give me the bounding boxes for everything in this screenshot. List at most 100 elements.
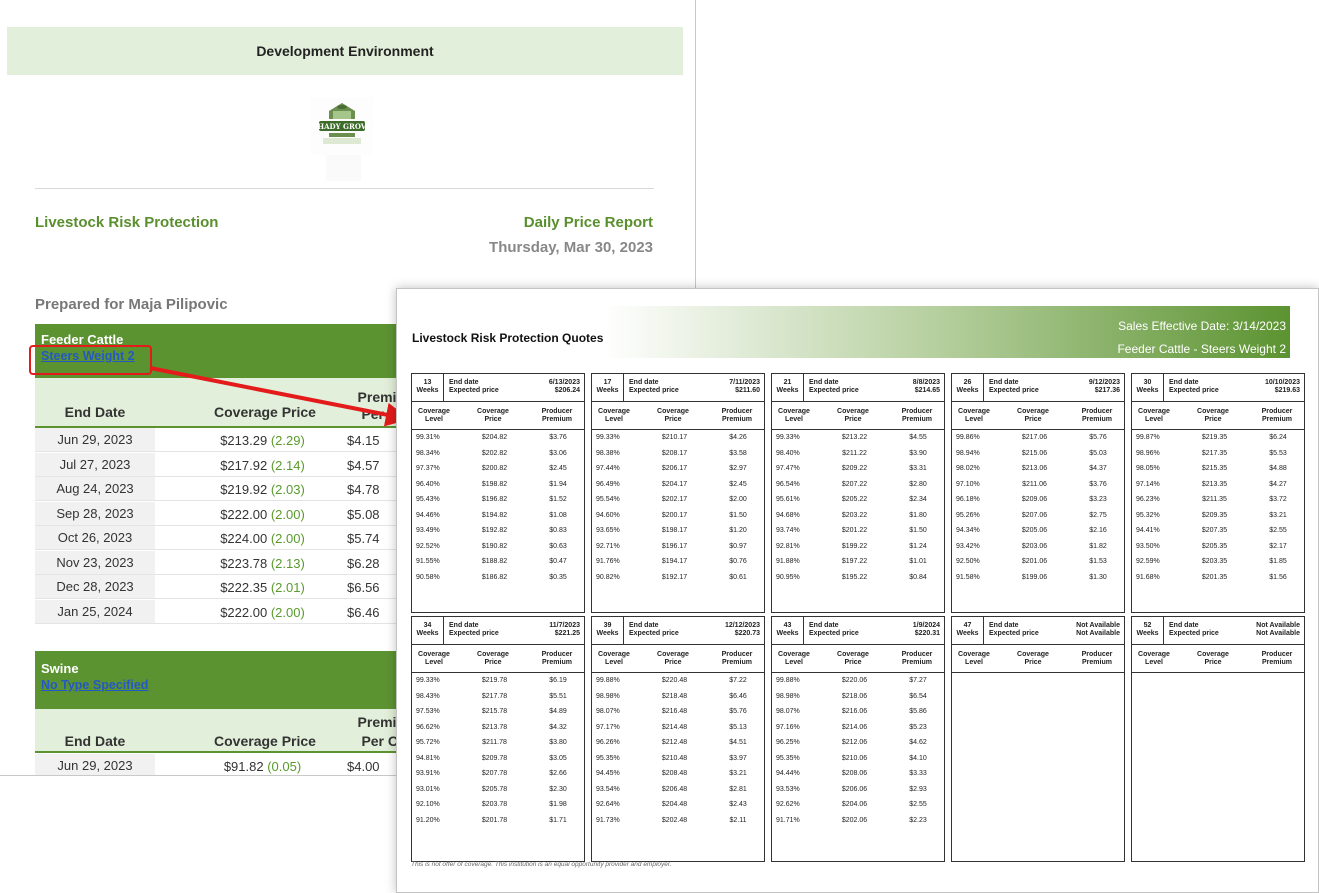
coverage-price-value: $207.35 bbox=[1201, 527, 1228, 534]
coverage-level-header: Coverage Level bbox=[772, 408, 816, 424]
coverage-level-value: 93.65% bbox=[596, 527, 620, 534]
quote-row: 95.72% $211.78 $3.80 bbox=[412, 735, 584, 751]
quote-table-13-weeks: 13 Weeks End date Expected price 6/13/2023 $2… bbox=[411, 373, 585, 613]
producer-premium-value: $3.90 bbox=[909, 449, 927, 457]
quote-row: 91.71% $202.06 $2.23 bbox=[772, 813, 944, 829]
coverage-price-value: $222.00 bbox=[220, 604, 268, 620]
quote-header: 13 Weeks End date Expected price 6/13/2023 $2… bbox=[412, 374, 584, 402]
producer-premium-value: $0.61 bbox=[729, 573, 747, 581]
coverage-level-value: 95.35% bbox=[776, 754, 800, 762]
column-headers: Coverage Level Coverage Price Producer Premiu… bbox=[952, 402, 1124, 430]
producer-premium-value: $2.16 bbox=[1089, 527, 1107, 534]
premium-cell: $4.00 bbox=[347, 759, 380, 774]
coverage-price-value: $200.17 bbox=[661, 511, 688, 519]
expected-price-value: $220.31 bbox=[914, 630, 940, 637]
section-swine: Swine No Type Specified bbox=[35, 651, 435, 709]
quote-row: 93.53% $206.06 $2.93 bbox=[772, 782, 944, 798]
producer-premium-value: $2.45 bbox=[549, 465, 567, 472]
quote-row: 98.02% $213.06 $4.37 bbox=[952, 461, 1124, 477]
coverage-level-value: 97.17% bbox=[596, 723, 620, 731]
coverage-price-value: $217.35 bbox=[1201, 449, 1228, 457]
quote-row: 99.31% $204.82 $3.76 bbox=[412, 430, 584, 446]
header-line: Price bbox=[484, 416, 502, 423]
header-line: Level bbox=[425, 416, 443, 423]
quote-row: 90.95% $195.22 $0.84 bbox=[772, 570, 944, 586]
report-title: Livestock Risk Protection bbox=[35, 214, 219, 231]
quote-row: 96.49% $204.17 $2.45 bbox=[592, 477, 764, 493]
quote-row: 98.07% $216.48 $5.76 bbox=[592, 704, 764, 720]
col-end-date: End Date bbox=[64, 404, 126, 420]
quote-row: 98.94% $215.06 $5.03 bbox=[952, 446, 1124, 462]
weeks-cell: 26 Weeks bbox=[952, 374, 984, 402]
coverage-price-value: $223.78 bbox=[220, 555, 268, 571]
coverage-price-value: $203.35 bbox=[1201, 558, 1228, 565]
table-row: Jun 29, 2023 $213.29 (2.29) $4.15 bbox=[35, 428, 435, 452]
coverage-level-value: 97.14% bbox=[1136, 480, 1160, 488]
producer-premium-value: $1.50 bbox=[729, 511, 747, 519]
coverage-price-value: $211.35 bbox=[1202, 496, 1227, 503]
quote-header: 26 Weeks End date Expected price 9/12/2023 $2… bbox=[952, 374, 1124, 402]
coverage-level-value: 96.26% bbox=[596, 739, 620, 746]
coverage-price-value: $205.78 bbox=[481, 785, 508, 793]
quote-row: 91.58% $199.06 $1.30 bbox=[952, 570, 1124, 586]
table-row: Sep 28, 2023 $222.00 (2.00) $5.08 bbox=[35, 501, 435, 526]
quote-row: 95.32% $209.35 $3.21 bbox=[1132, 508, 1304, 524]
coverage-price-value: $216.06 bbox=[841, 708, 868, 715]
coverage-price-value: $220.48 bbox=[661, 677, 688, 684]
premium-cell: $6.46 bbox=[347, 604, 380, 620]
coverage-level-header: Coverage Level bbox=[592, 651, 636, 667]
coverage-price-value: $218.06 bbox=[841, 692, 868, 700]
end-date-value: 10/10/2023 bbox=[1264, 379, 1300, 386]
quote-row: 93.01% $205.78 $2.30 bbox=[412, 782, 584, 798]
coverage-level-value: 95.61% bbox=[776, 496, 800, 503]
end-date-labels: End date Expected price bbox=[629, 622, 679, 638]
coverage-price-value: $219.35 bbox=[1201, 434, 1228, 441]
producer-premium-header: Producer Premium bbox=[1250, 408, 1304, 424]
section-name: Swine bbox=[41, 661, 79, 676]
quote-row: 91.76% $194.17 $0.76 bbox=[592, 554, 764, 570]
quote-table-26-weeks: 26 Weeks End date Expected price 9/12/2023 $2… bbox=[951, 373, 1125, 613]
coverage-price-value: $210.06 bbox=[841, 754, 868, 762]
end-date-value: Not Available bbox=[1076, 622, 1120, 629]
coverage-price-value: $202.17 bbox=[661, 496, 688, 503]
producer-premium-value: $2.45 bbox=[729, 480, 747, 488]
coverage-price-value: $210.17 bbox=[661, 434, 688, 441]
coverage-price-cell: $217.92 (2.14) bbox=[195, 458, 330, 473]
producer-premium-value: $3.76 bbox=[549, 434, 567, 441]
end-date-value: 9/12/2023 bbox=[1088, 379, 1120, 386]
quote-row: 98.98% $218.06 $6.54 bbox=[772, 689, 944, 705]
end-date-value: 1/9/2024 bbox=[912, 622, 940, 629]
end-date-labels: End date Expected price bbox=[809, 622, 859, 638]
coverage-price-value: $202.06 bbox=[841, 816, 868, 824]
column-headers: Coverage Level Coverage Price Producer Premiu… bbox=[412, 645, 584, 673]
premium-cell: $5.08 bbox=[347, 506, 380, 522]
type-link-no-type-specified[interactable]: No Type Specified bbox=[41, 678, 429, 692]
weeks-label: Weeks bbox=[596, 630, 619, 637]
producer-premium-value: $3.21 bbox=[729, 770, 747, 777]
price-change-value: (2.14) bbox=[270, 457, 305, 473]
end-date-values: 7/11/2023 $211.60 bbox=[729, 379, 760, 395]
producer-premium-value: $5.76 bbox=[729, 708, 747, 715]
premium-cell: $5.74 bbox=[347, 531, 380, 546]
header-line: Coverage bbox=[598, 651, 630, 658]
header-line: Producer bbox=[1261, 651, 1293, 658]
coverage-price-value: $203.06 bbox=[1021, 542, 1048, 550]
end-date-label: End date bbox=[989, 622, 1019, 629]
expected-price-label: Expected price bbox=[1169, 630, 1219, 637]
coverage-level-value: 96.25% bbox=[776, 739, 800, 746]
coverage-price-value: $207.06 bbox=[1021, 511, 1048, 519]
expected-price-label: Expected price bbox=[989, 630, 1039, 637]
environment-banner: Development Environment bbox=[7, 27, 683, 75]
expected-price-value: $214.65 bbox=[914, 387, 940, 394]
producer-premium-value: $2.66 bbox=[549, 770, 567, 777]
producer-premium-value: $1.56 bbox=[1269, 573, 1287, 581]
coverage-price-value: $206.48 bbox=[661, 785, 688, 793]
weeks-cell: 13 Weeks bbox=[412, 374, 444, 402]
producer-premium-value: $7.27 bbox=[909, 677, 927, 684]
weeks-label: Weeks bbox=[956, 387, 979, 394]
coverage-price-value: $198.82 bbox=[481, 480, 508, 488]
end-date-values: 8/8/2023 $214.65 bbox=[913, 379, 940, 395]
report-date: Thursday, Mar 30, 2023 bbox=[489, 239, 653, 256]
expected-price-value: $219.63 bbox=[1274, 387, 1300, 394]
quote-row: 92.59% $203.35 $1.85 bbox=[1132, 554, 1304, 570]
